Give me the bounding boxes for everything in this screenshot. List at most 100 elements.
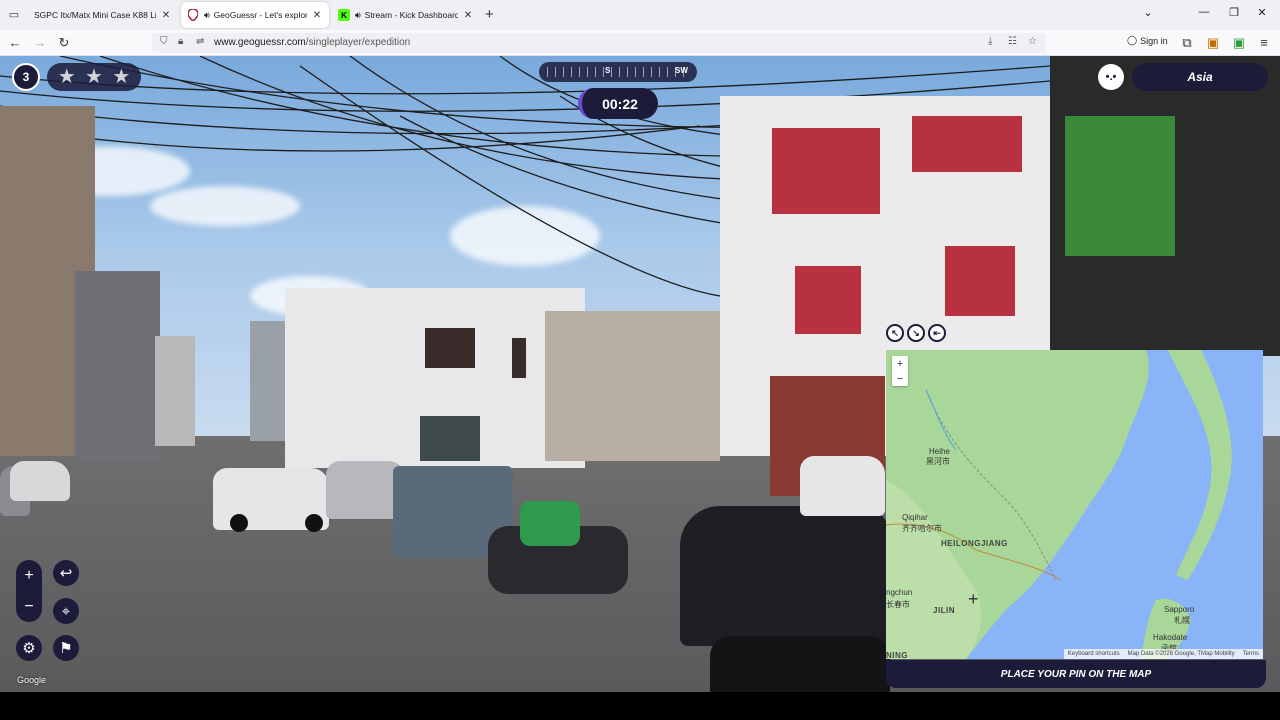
star-icon: ★ [112,66,131,88]
settings-button[interactable]: ⚙ [16,635,42,661]
compass-ticks [547,67,689,77]
guess-map[interactable]: + − Heihe 黑河市 Qiqihar 齐齐哈尔市 HEILONGJIANG… [886,350,1263,659]
map-label-heihe-zh: 黑河市 [926,457,950,466]
bookmark-star-icon[interactable]: ☆ [1028,36,1037,47]
permissions-icon[interactable]: ⇌ [196,36,204,47]
pin-map-icon[interactable]: ⇤ [928,324,946,342]
geoguessr-pin-icon [187,9,199,21]
url-bar[interactable]: ⛉ 🔒︎ ⇌ www.geoguessr.com/singleplayer/ex… [152,33,1046,53]
sign-in-button[interactable]: ◯ Sign in [1127,35,1168,46]
terms-link[interactable]: Terms [1243,651,1259,657]
round-stars: ★ ★ ★ [47,63,141,91]
nav-bar: ← → ↻ ⛉ 🔒︎ ⇌ www.geoguessr.com/singlepla… [0,30,1280,56]
close-icon[interactable]: ✕ [160,10,172,21]
compass-label-sw: SW [675,66,688,75]
guess-button[interactable]: PLACE YOUR PIN ON THE MAP [886,660,1266,688]
window [512,338,526,378]
gear-icon: ⚙ [22,639,36,657]
new-tab-button[interactable]: + [485,6,494,23]
map-label-jilin: JILIN [933,606,956,615]
close-window-icon[interactable]: ✕ [1252,6,1272,19]
tab-title: Stream - Kick Dashboard [364,10,458,20]
lock-icon[interactable]: 🔒︎ [178,36,183,47]
rider [520,501,580,546]
kick-k-icon: K [338,9,350,21]
tab-bar: ▭ SGPC Itx/Matx Mini Case K88 Lite (S ✕ … [0,0,1280,30]
round-badge: 3 [12,63,40,91]
extension-green-icon[interactable]: ▣ [1230,35,1248,51]
building-far-2 [250,321,290,441]
tab-sgpc[interactable]: SGPC Itx/Matx Mini Case K88 Lite (S ✕ [28,2,178,28]
map-label-qiqihar: Qiqihar [902,513,928,522]
back-arrow-icon[interactable]: ← [6,35,24,51]
expand-map-icon[interactable]: ↖ [886,324,904,342]
speaker-icon[interactable]: 🔊︎ [204,10,210,21]
sign-in-label: Sign in [1140,35,1168,46]
region-label: Asia [1132,63,1268,91]
chevron-down-icon[interactable]: ⌄ [1138,6,1158,19]
window [425,328,475,368]
building-left-2 [75,271,160,461]
shrink-map-icon[interactable]: ↘ [907,324,925,342]
tab-list-icon[interactable]: ▭ [5,7,23,23]
speaker-icon[interactable]: 🔊︎ [355,10,361,21]
return-to-start-button[interactable]: ⌖ [53,598,79,624]
shop-front [420,416,480,461]
zoom-in-button[interactable]: + [16,560,42,591]
zoom-out-button[interactable]: − [16,591,42,622]
red-window [772,128,880,214]
building-far [155,336,195,446]
location-pin-icon: ⌖ [61,602,71,620]
green-sign [1065,116,1175,256]
extensions-icon[interactable]: ⧉ [1178,35,1196,51]
map-zoom-out-button[interactable]: − [892,371,908,386]
map-crosshair-icon: + [968,589,979,609]
download-icon[interactable]: ⤓ [988,36,992,47]
undo-move-button[interactable]: ↩ [53,560,79,586]
red-window [912,116,1022,172]
wheel [305,514,323,532]
map-attribution: Keyboard shortcuts Map Data ©2026 Google… [1063,649,1263,659]
black-car-front [710,636,890,692]
url-path: /singleplayer/expedition [305,37,411,48]
flag-button[interactable]: ⚑ [53,635,79,661]
account-icon: ◯ [1127,35,1138,45]
map-label-heihe: Heihe [929,447,950,456]
wheel [230,514,248,532]
black-car [680,506,890,646]
tab-geoguessr[interactable]: 🔊︎ GeoGuessr - Let's explore th ✕ [181,2,329,28]
map-zoom-in-button[interactable]: + [892,356,908,371]
restore-icon[interactable]: ❐ [1224,6,1244,19]
map-label-changchun: ngchun [886,588,913,597]
red-window [945,246,1015,316]
shield-icon[interactable]: ⛉ [160,36,168,47]
compass: S SW [539,62,697,82]
map-size-tools: ↖ ↘ ⇤ [886,324,946,344]
map-label-sapporo-zh: 札幌 [1174,616,1190,625]
map-label-qiqihar-zh: 齐齐哈尔市 [902,524,942,533]
car [10,461,70,501]
tab-kick[interactable]: K 🔊︎ Stream - Kick Dashboard ✕ [332,2,480,28]
tab-title: GeoGuessr - Let's explore th [213,10,307,20]
star-icon: ★ [85,66,103,88]
close-icon[interactable]: ✕ [311,10,323,21]
forward-arrow-icon[interactable]: → [31,35,49,51]
reader-icon[interactable]: ☷ [1008,36,1017,47]
emote-button[interactable]: •.• [1098,64,1124,90]
compass-label-s: S [605,66,611,75]
red-window [795,266,861,334]
extension-badge-icon[interactable]: ▣ [1204,35,1222,51]
minimize-icon[interactable]: — [1194,6,1214,18]
map-zoom-controls: + − [892,356,908,386]
reload-icon[interactable]: ↻ [55,35,73,51]
flag-icon: ⚑ [59,639,73,657]
building-center-right [545,311,720,461]
menu-icon[interactable]: ≡ [1255,35,1273,51]
google-logo: Google [17,675,47,685]
keyboard-shortcuts-link[interactable]: Keyboard shortcuts [1068,651,1120,657]
map-label-liaoning: NING [886,651,908,659]
close-icon[interactable]: ✕ [462,10,474,21]
star-icon: ★ [57,66,76,88]
round-timer: 00:22 [578,88,658,119]
tab-title: SGPC Itx/Matx Mini Case K88 Lite (S [34,10,156,20]
